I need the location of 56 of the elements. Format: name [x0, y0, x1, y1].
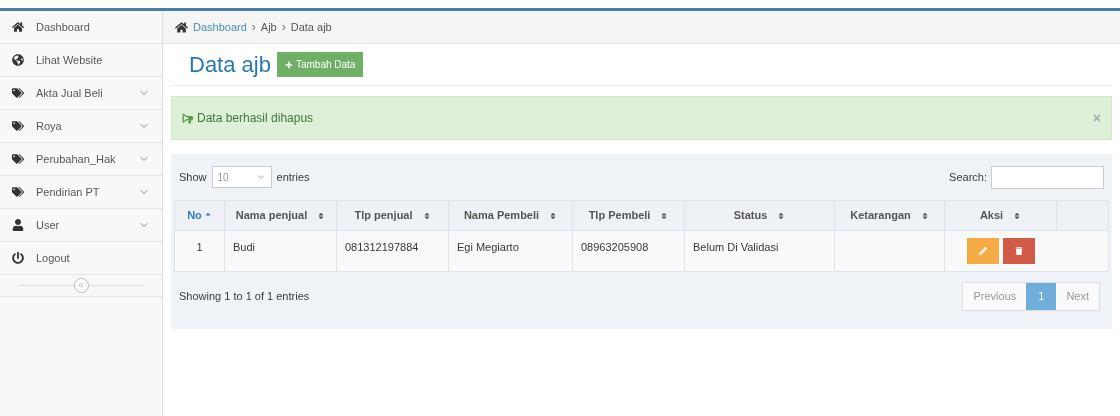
alert-text: Data berhasil dihapus — [197, 110, 315, 127]
breadcrumb-separator: › — [251, 19, 256, 36]
breadcrumb-separator: › — [281, 19, 286, 36]
sort-icon — [777, 211, 786, 220]
table-cell: 08963205908 — [581, 241, 649, 253]
home-icon — [175, 20, 188, 34]
tag-icon — [12, 186, 24, 198]
breadcrumb-link[interactable]: Ajb — [260, 18, 277, 36]
column-header[interactable]: Ketarangan — [835, 201, 945, 230]
breadcrumb-current: Data ajb — [290, 19, 332, 35]
column-header[interactable]: Nama penjual — [225, 201, 337, 230]
column-header[interactable]: Nama Pembeli — [449, 201, 573, 230]
globe-icon — [12, 54, 24, 66]
tag-icon — [12, 153, 24, 165]
power-icon — [12, 252, 24, 264]
sidebar-item[interactable]: Roya — [0, 110, 162, 143]
sidebar-item[interactable]: Pendirian PT — [0, 176, 162, 209]
sort-icon — [422, 211, 431, 220]
table-cell: Budi — [233, 241, 256, 253]
search-field[interactable] — [991, 165, 1104, 189]
user-icon — [12, 219, 24, 231]
column-header[interactable]: No — [175, 201, 225, 230]
breadcrumb-link[interactable]: Dashboard — [193, 18, 247, 36]
column-header[interactable]: Tlp penjual — [337, 201, 449, 230]
table-cell: 081312197884 — [345, 241, 419, 253]
sidebar-item[interactable]: Lihat Website — [0, 44, 162, 77]
sidebar-item[interactable]: Logout — [0, 242, 162, 275]
page-title: Data ajb — [189, 51, 271, 79]
show-label: Show — [179, 169, 207, 185]
home-icon — [12, 21, 24, 33]
trash-icon — [1015, 247, 1023, 255]
pencil-icon — [979, 247, 987, 255]
tag-icon — [12, 120, 24, 132]
column-header[interactable]: Tlp Pembeli — [573, 201, 685, 230]
sort-icon — [549, 211, 558, 220]
table-cell: Belum Di Validasi — [693, 241, 779, 253]
plus-icon — [284, 60, 293, 69]
delete-button[interactable] — [1003, 238, 1035, 264]
table-cell: 1 — [196, 241, 203, 253]
sidebar-item[interactable]: Dashboard — [0, 11, 162, 44]
chevron-down-icon — [255, 172, 266, 182]
sidebar-item[interactable]: User — [0, 209, 162, 242]
table-cell: Egi Megiarto — [457, 241, 519, 253]
sort-icon — [317, 211, 326, 220]
megaphone-icon — [182, 112, 193, 124]
column-header[interactable]: Aksi — [945, 201, 1057, 230]
entries-label: entries — [276, 169, 310, 185]
sort-icon — [660, 211, 669, 220]
sort-icon — [920, 211, 929, 220]
sidebar-item[interactable]: Akta Jual Beli — [0, 77, 162, 110]
tag-icon — [12, 87, 24, 99]
column-header[interactable]: Status — [685, 201, 835, 230]
search-label: Search: — [949, 169, 987, 185]
sort-icon — [1013, 211, 1022, 220]
table-info: Showing 1 to 1 of 1 entries — [179, 289, 310, 305]
sidebar-item[interactable]: Perubahan_Hak — [0, 143, 162, 176]
